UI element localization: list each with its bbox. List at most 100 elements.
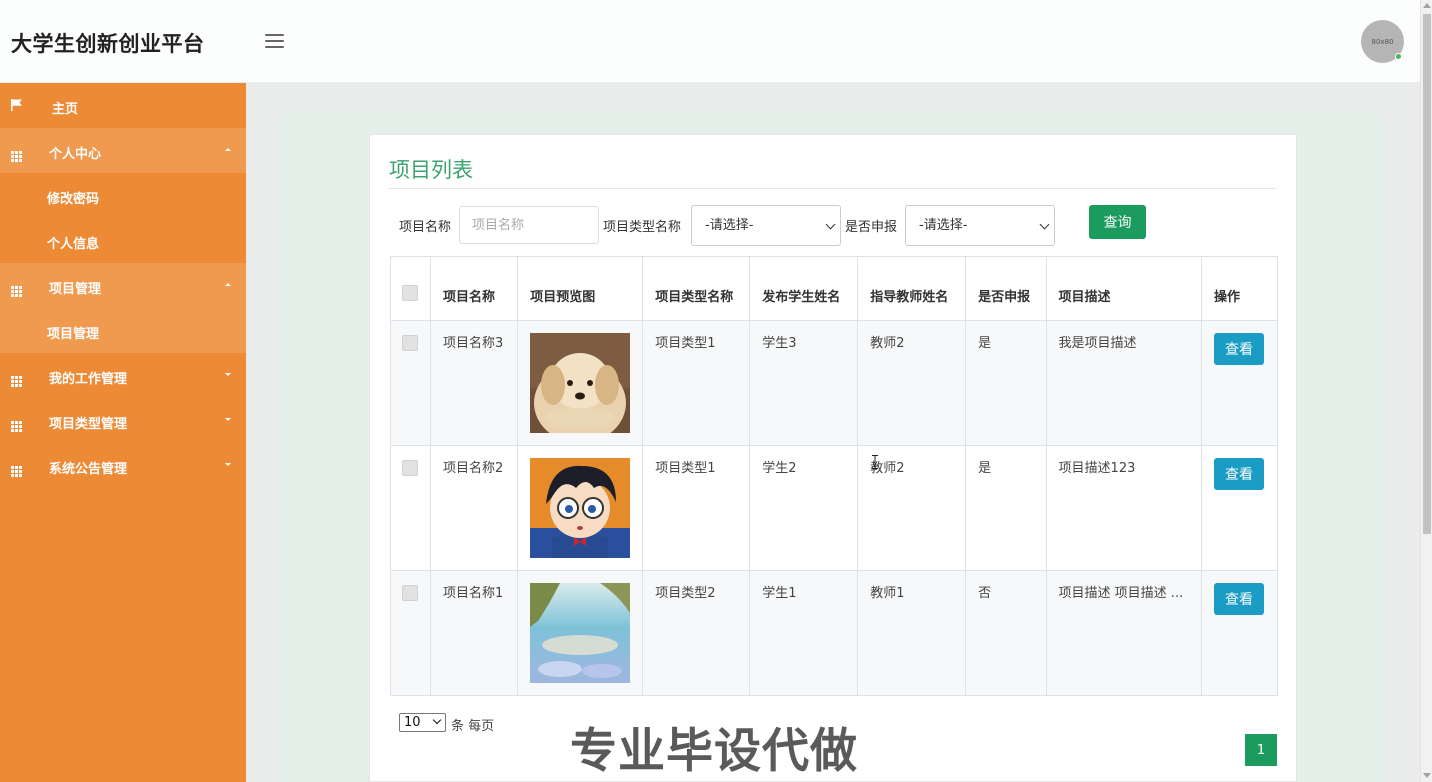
table-row: 项目名称3 项目类型1 学生3 教师2 是 我是项目描述 查看: [390, 320, 1279, 446]
project-name-label: 项目名称: [399, 220, 452, 235]
page-scrollbar[interactable]: [1420, 0, 1432, 782]
column-header[interactable]: 指导教师姓名: [857, 256, 967, 321]
text-cursor-icon: [872, 455, 878, 469]
column-header[interactable]: 发布学生姓名: [749, 256, 859, 321]
project-list-card: 项目列表 项目名称 项目类型名称 -请选择- 是否申报 -请选择- 查询 项目名…: [369, 134, 1297, 782]
column-header: 项目描述: [1045, 256, 1202, 321]
cell-project-name: 项目名称3: [429, 320, 519, 446]
sidebar: 主页 个人中心 修改密码 个人信息 项目管理 项目管理 我的工作管理 项目类型管…: [0, 83, 246, 782]
sidebar-item-my-work[interactable]: 我的工作管理: [0, 353, 246, 398]
sidebar-item-announcements[interactable]: 系统公告管理: [0, 443, 246, 488]
cell-description: 项目描述123: [1045, 445, 1202, 571]
cell-declared: 是: [965, 445, 1047, 571]
divider: [389, 188, 1277, 189]
project-table: 项目名称 项目预览图 项目类型名称 发布学生姓名 指导教师姓名 是否申报 项目描…: [390, 256, 1279, 696]
page-size-select[interactable]: 10: [399, 713, 446, 732]
cell-student: 学生2: [749, 445, 859, 571]
page-size-value: 10: [404, 715, 421, 730]
chevron-down-icon: [825, 219, 836, 230]
project-name-input[interactable]: [459, 206, 599, 244]
app-title: 大学生创新创业平台: [11, 32, 205, 56]
sidebar-item-project-management[interactable]: 项目管理: [0, 263, 246, 308]
caret-down-icon: [225, 463, 231, 466]
table-row: 项目名称1 项目类型2 学生1 教师1 否 项目描述 项目描述 ... 查看: [390, 570, 1279, 696]
column-header: 项目预览图: [517, 256, 644, 321]
sidebar-item-label: 系统公告管理: [49, 462, 128, 477]
caret-down-icon: [225, 373, 231, 376]
column-header[interactable]: 是否申报: [965, 256, 1047, 321]
sidebar-item-label: 项目管理: [49, 282, 102, 297]
scroll-down-arrow-icon[interactable]: [1423, 773, 1431, 778]
view-button[interactable]: 查看: [1213, 583, 1264, 615]
column-header[interactable]: 项目名称: [429, 256, 519, 321]
cell-description: 我是项目描述: [1045, 320, 1202, 446]
cell-teacher: 教师1: [857, 570, 967, 696]
select-all-checkbox[interactable]: [402, 285, 418, 301]
sidebar-item-label: 个人中心: [49, 147, 102, 162]
avatar-text: 80x80: [1371, 37, 1394, 46]
cell-description: 项目描述 项目描述 ...: [1045, 570, 1202, 696]
grid-icon: [11, 414, 22, 432]
caret-up-icon: [225, 148, 231, 151]
cell-student: 学生1: [749, 570, 859, 696]
sidebar-subitem-label: 修改密码: [47, 192, 100, 207]
row-checkbox[interactable]: [402, 335, 418, 351]
sidebar-subitem-label: 个人信息: [47, 237, 100, 252]
sidebar-item-label: 我的工作管理: [49, 372, 128, 387]
top-header: 大学生创新创业平台 80x80: [0, 0, 1420, 83]
beach-photo[interactable]: [530, 583, 631, 683]
cartoon-boy-photo[interactable]: [530, 458, 631, 558]
sidebar-subitem-project-management[interactable]: 项目管理: [0, 308, 246, 353]
cell-declared: 否: [965, 570, 1047, 696]
grid-icon: [11, 279, 22, 297]
declared-select[interactable]: -请选择-: [905, 205, 1055, 246]
scroll-up-arrow-icon[interactable]: [1423, 3, 1431, 8]
cell-project-name: 项目名称1: [429, 570, 519, 696]
declared-label: 是否申报: [845, 220, 898, 235]
puppy-photo[interactable]: [530, 333, 631, 433]
sidebar-item-label: 主页: [52, 102, 79, 117]
view-button[interactable]: 查看: [1213, 458, 1264, 490]
row-checkbox[interactable]: [402, 585, 418, 601]
caret-up-icon: [225, 283, 231, 286]
query-button[interactable]: 查询: [1089, 205, 1146, 239]
grid-icon: [11, 459, 22, 477]
sidebar-subitem-profile[interactable]: 个人信息: [0, 218, 246, 263]
project-type-label: 项目类型名称: [603, 220, 682, 235]
scrollbar-thumb[interactable]: [1423, 14, 1431, 534]
cell-student: 学生3: [749, 320, 859, 446]
menu-toggle-icon[interactable]: [265, 34, 284, 48]
column-header[interactable]: 项目类型名称: [642, 256, 751, 321]
grid-icon: [11, 369, 22, 387]
sidebar-subitem-label: 项目管理: [47, 327, 100, 342]
sidebar-item-label: 项目类型管理: [49, 417, 128, 432]
table-row: 项目名称2 项目类型1 学生2 教师2 是 项目描述123 查看: [390, 445, 1279, 571]
page-number-button[interactable]: 1: [1245, 734, 1277, 766]
declared-select-value: -请选择-: [919, 218, 968, 233]
grid-icon: [11, 144, 22, 162]
online-status-dot: [1395, 53, 1402, 60]
cell-project-name: 项目名称2: [429, 445, 519, 571]
per-page-label: 条 每页: [451, 719, 495, 734]
sidebar-subitem-change-password[interactable]: 修改密码: [0, 173, 246, 218]
project-type-select-value: -请选择-: [705, 218, 754, 233]
sidebar-item-home[interactable]: 主页: [0, 83, 246, 128]
cell-project-type: 项目类型1: [642, 445, 751, 571]
cell-project-type: 项目类型1: [642, 320, 751, 446]
cell-teacher: 教师2: [857, 320, 967, 446]
view-button[interactable]: 查看: [1213, 333, 1264, 365]
chevron-down-icon: [432, 715, 442, 725]
caret-down-icon: [225, 418, 231, 421]
watermark-overlay: 专业毕设代做: [569, 723, 858, 780]
chevron-down-icon: [1039, 219, 1050, 230]
column-header: 操作: [1200, 256, 1279, 321]
sidebar-item-personal-center[interactable]: 个人中心: [0, 128, 246, 173]
row-checkbox[interactable]: [402, 460, 418, 476]
page-title: 项目列表: [389, 158, 473, 182]
table-header-row: 项目名称 项目预览图 项目类型名称 发布学生姓名 指导教师姓名 是否申报 项目描…: [390, 256, 1279, 321]
cell-declared: 是: [965, 320, 1047, 446]
project-type-select[interactable]: -请选择-: [691, 205, 841, 246]
cell-project-type: 项目类型2: [642, 570, 751, 696]
sidebar-item-project-types[interactable]: 项目类型管理: [0, 398, 246, 443]
flag-icon: [11, 99, 23, 113]
